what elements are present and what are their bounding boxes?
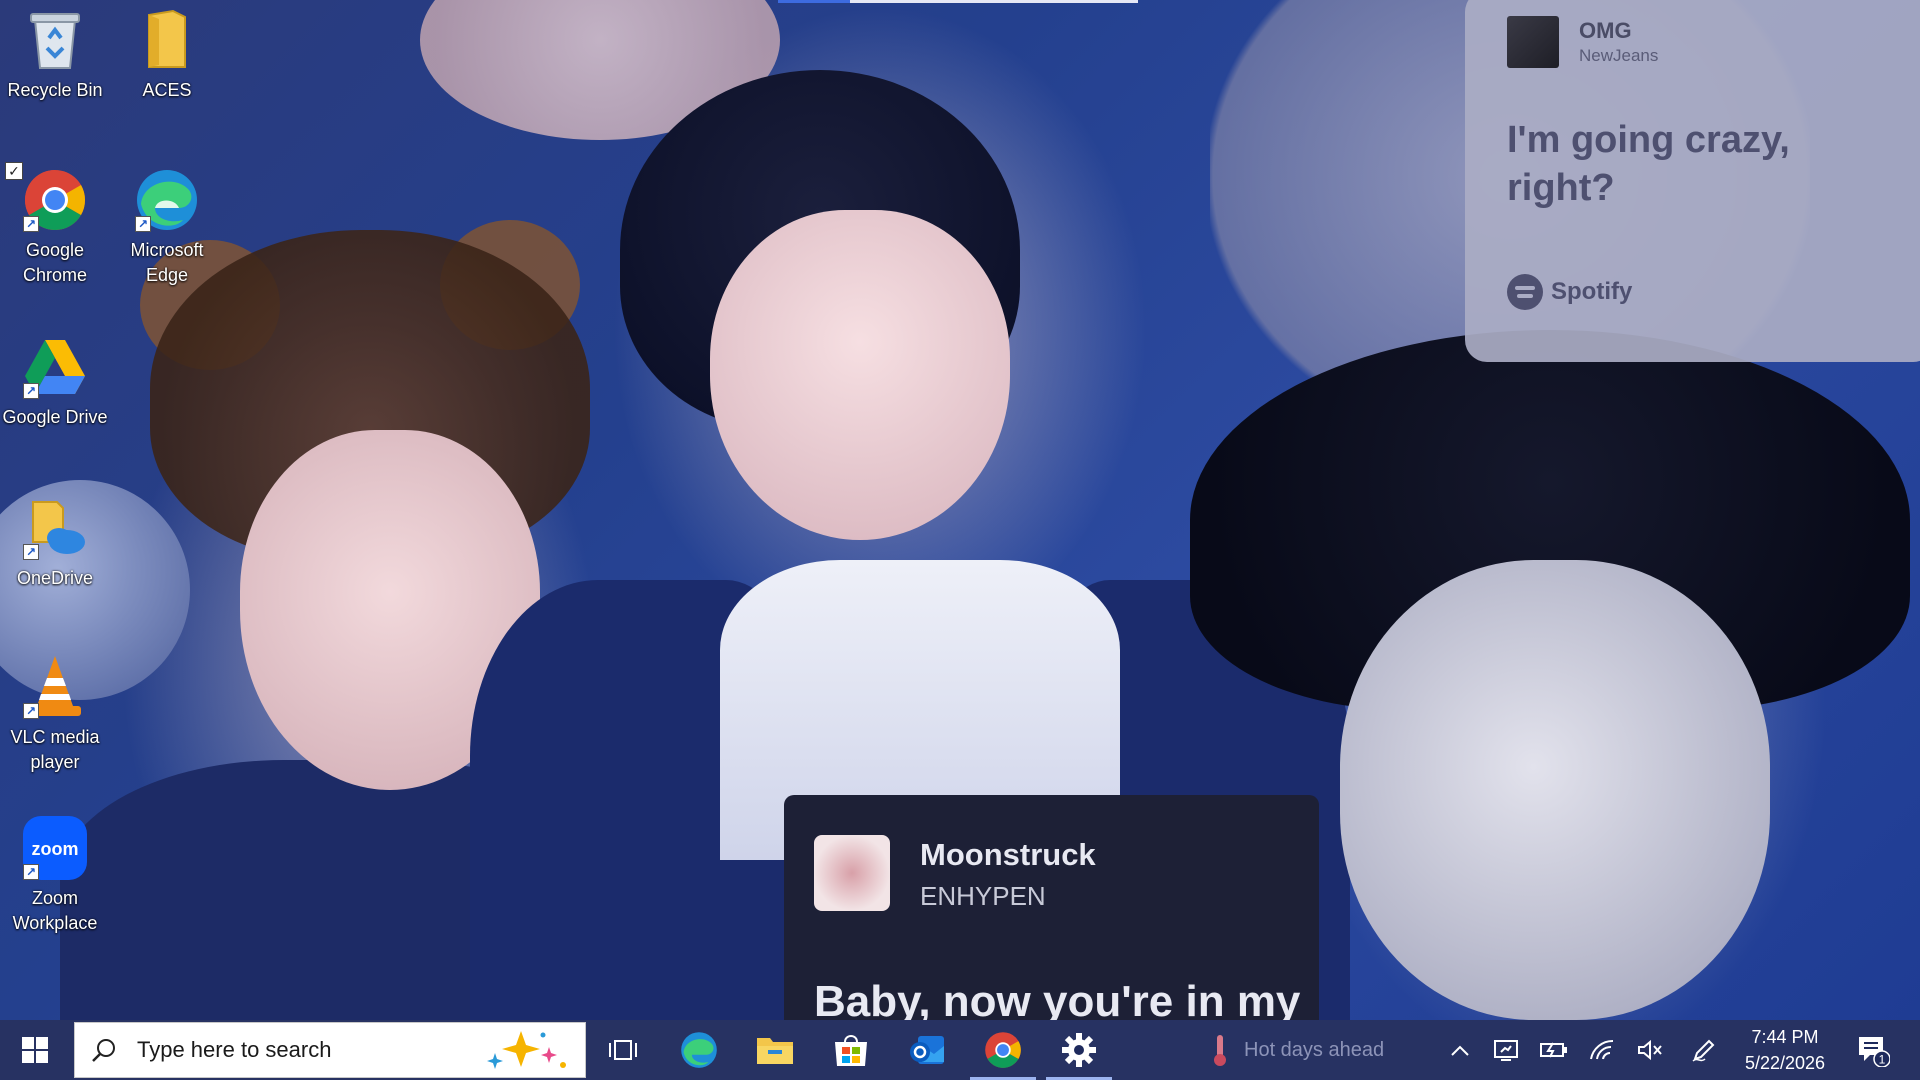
chrome-icon	[985, 1032, 1021, 1068]
start-button[interactable]	[0, 1020, 70, 1080]
vlc-cone-icon: ↗	[23, 655, 87, 719]
folder-icon	[757, 1038, 793, 1064]
wallpaper-shape	[710, 210, 1010, 540]
taskbar-store[interactable]	[814, 1020, 888, 1080]
chevron-up-icon	[1451, 1045, 1469, 1056]
desktop: OMG NewJeans I'm going crazy, right? Spo…	[0, 0, 1920, 1020]
wifi-icon	[1590, 1039, 1614, 1060]
screen-capture-icon	[1494, 1040, 1518, 1061]
spotify-label: Spotify	[1551, 278, 1633, 305]
shortcut-arrow-icon: ↗	[23, 544, 39, 560]
thermometer-icon	[1214, 1035, 1226, 1066]
spotify-brand: Spotify	[1507, 274, 1632, 310]
zoom-icon: zoom ↗	[23, 816, 87, 880]
desktop-icon-label: Microsoft Edge	[130, 240, 204, 285]
weather-widget[interactable]: Hot days ahead	[1210, 1020, 1384, 1080]
wallpaper-shape	[620, 70, 1020, 430]
taskbar-task-view[interactable]	[586, 1020, 660, 1080]
desktop-icon-label: VLC media player	[10, 727, 100, 772]
search-placeholder: Type here to search	[137, 1037, 332, 1062]
google-drive-icon: ↗	[23, 335, 87, 399]
checkbox-icon: ✓	[5, 162, 23, 180]
wallpaper-shape	[440, 220, 580, 350]
wallpaper-progress-track	[778, 0, 1138, 3]
desktop-icon-label: Google Chrome	[22, 240, 88, 285]
outlook-icon	[910, 1036, 944, 1064]
taskbar-settings[interactable]	[1042, 1020, 1116, 1080]
shortcut-arrow-icon: ↗	[135, 216, 151, 232]
edge-icon: ↗	[135, 168, 199, 232]
pen-icon	[1692, 1039, 1715, 1062]
desktop-icon-google-chrome[interactable]: ✓ ↗ Google Chrome	[0, 162, 110, 288]
spotify-icon	[1507, 274, 1543, 310]
song-title: OMG	[1579, 18, 1632, 43]
battery-button[interactable]	[1532, 1020, 1576, 1080]
wallpaper-shape	[1340, 560, 1770, 1020]
desktop-icon-label: Google Drive	[2, 407, 108, 427]
tray-meet-icon-button[interactable]	[1484, 1020, 1528, 1080]
lyric-text: I'm going crazy, right?	[1507, 119, 1790, 209]
shortcut-arrow-icon: ↗	[23, 383, 39, 399]
desktop-icon-recycle-bin[interactable]: Recycle Bin	[0, 8, 110, 103]
notification-icon: 1	[1859, 1037, 1890, 1067]
folder-icon	[135, 8, 199, 72]
network-button[interactable]	[1580, 1020, 1624, 1080]
desktop-icon-label: ACES	[142, 80, 192, 100]
notification-count: 1	[1879, 1053, 1886, 1067]
gear-icon	[1062, 1033, 1096, 1067]
chrome-icon: ✓ ↗	[5, 162, 87, 232]
shortcut-arrow-icon: ↗	[23, 703, 39, 719]
music-lyric-card: Moonstruck ENHYPEN Baby, now you're in m…	[784, 795, 1319, 1020]
taskbar-clock[interactable]: 7:44 PM 5/22/2026	[1730, 1024, 1840, 1076]
wallpaper-progress-fill	[778, 0, 850, 3]
clock-time: 7:44 PM	[1751, 1027, 1819, 1047]
song-artist: ENHYPEN	[920, 881, 1046, 911]
onedrive-icon: ↗	[23, 496, 87, 560]
wallpaper-shape	[470, 580, 790, 1020]
song-artist: NewJeans	[1579, 46, 1659, 65]
wallpaper-shape	[240, 430, 540, 790]
notification-center-button[interactable]: 1	[1848, 1020, 1898, 1080]
desktop-icon-aces[interactable]: ACES	[112, 8, 222, 103]
shortcut-arrow-icon: ↗	[23, 864, 39, 880]
svg-text:zoom: zoom	[32, 839, 79, 859]
search-highlight-sparkle-icon	[487, 1031, 566, 1069]
song-title: Moonstruck	[920, 837, 1096, 872]
desktop-icon-label: Recycle Bin	[7, 80, 103, 100]
album-cover	[1507, 16, 1559, 68]
wallpaper-shape	[420, 0, 780, 140]
desktop-icon-onedrive[interactable]: ↗ OneDrive	[0, 496, 110, 591]
desktop-icon-label: OneDrive	[16, 568, 94, 588]
pen-workspace-button[interactable]	[1682, 1020, 1726, 1080]
show-hidden-icons-button[interactable]	[1438, 1020, 1482, 1080]
weather-text: Hot days ahead	[1244, 1038, 1385, 1061]
edge-icon	[681, 1032, 717, 1068]
taskbar-outlook[interactable]	[890, 1020, 964, 1080]
store-icon	[835, 1035, 867, 1066]
desktop-icon-label: Zoom Workplace	[12, 888, 98, 933]
windows-logo-icon	[22, 1037, 48, 1063]
wallpaper-shape	[1190, 330, 1910, 710]
desktop-icon-vlc[interactable]: ↗ VLC media player	[0, 655, 110, 775]
clock-date: 5/22/2026	[1744, 1053, 1826, 1073]
lyric-text: Baby, now you're in my	[814, 977, 1301, 1020]
spotify-lyric-card: OMG NewJeans I'm going crazy, right? Spo…	[1465, 0, 1920, 362]
taskbar-edge[interactable]	[662, 1020, 736, 1080]
task-view-icon	[609, 1040, 637, 1060]
taskbar-search-box[interactable]: Type here to search	[74, 1022, 586, 1078]
taskbar-file-explorer[interactable]	[738, 1020, 812, 1080]
desktop-icon-microsoft-edge[interactable]: ↗ Microsoft Edge	[112, 168, 222, 288]
volume-muted-icon	[1638, 1039, 1662, 1061]
recycle-bin-icon	[23, 8, 87, 72]
desktop-icon-zoom[interactable]: zoom ↗ Zoom Workplace	[0, 816, 110, 936]
album-cover	[814, 835, 890, 911]
desktop-icon-google-drive[interactable]: ↗ Google Drive	[0, 335, 110, 430]
wallpaper-shape	[60, 760, 620, 1020]
shortcut-arrow-icon: ↗	[23, 216, 39, 232]
taskbar-chrome[interactable]	[966, 1020, 1040, 1080]
search-icon	[92, 1039, 115, 1062]
battery-charging-icon	[1540, 1042, 1567, 1058]
volume-button[interactable]	[1628, 1020, 1672, 1080]
taskbar: Type here to search Hot days ahead 7:44 …	[0, 1020, 1920, 1080]
